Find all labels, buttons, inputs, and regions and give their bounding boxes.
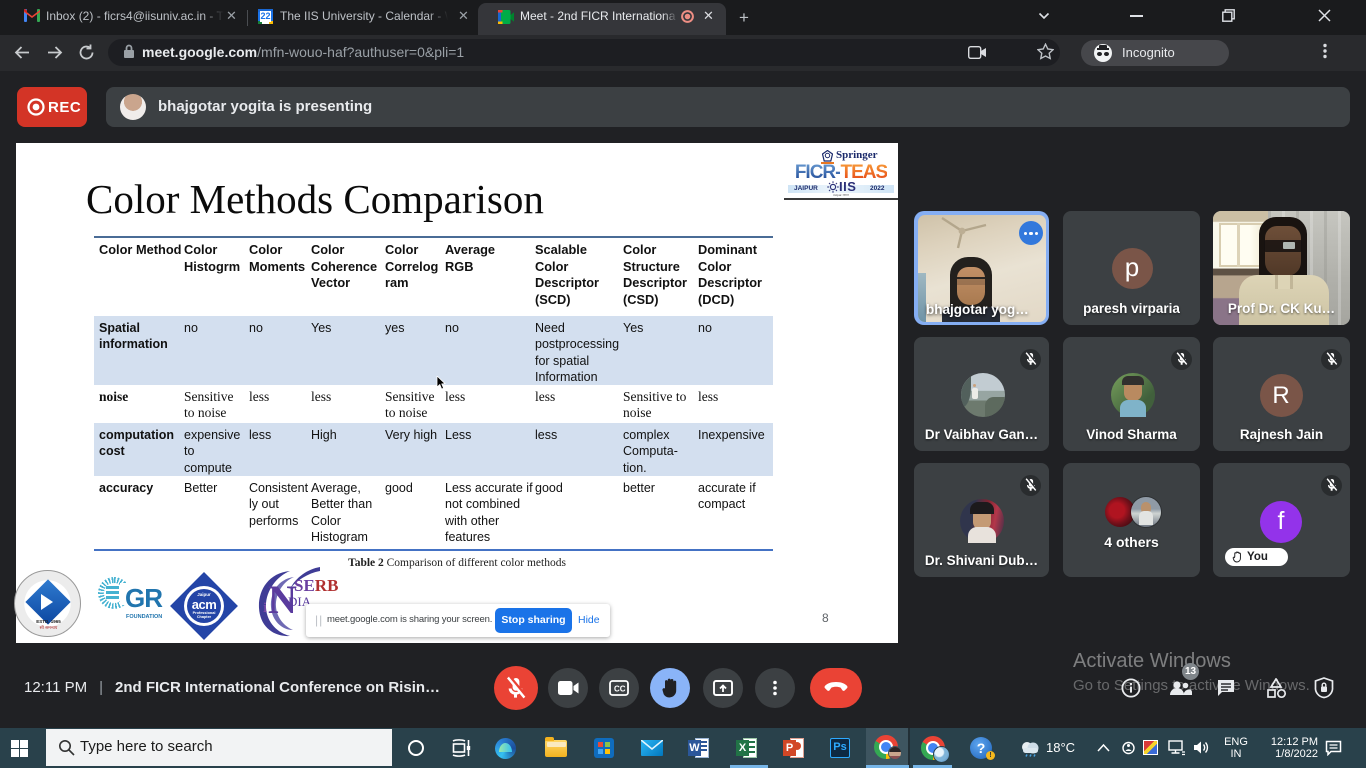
svg-text:CC: CC	[614, 685, 626, 694]
